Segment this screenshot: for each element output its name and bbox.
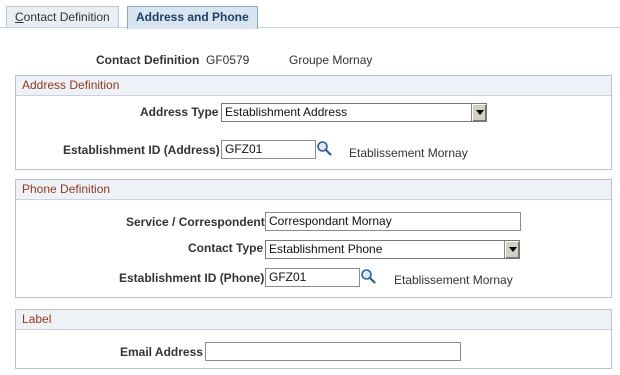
contact-type-dropdown-icon[interactable] xyxy=(504,241,519,258)
phone-definition-title: Phone Definition xyxy=(16,180,611,200)
address-type-select[interactable]: Establishment Address xyxy=(221,103,487,122)
establishment-address-lookup-icon[interactable] xyxy=(316,140,332,156)
establishment-id-address-label: Establishment ID (Address) xyxy=(63,143,220,157)
contact-type-value: Establishment Phone xyxy=(269,242,383,256)
contact-type-select[interactable]: Establishment Phone xyxy=(265,240,520,259)
tab-bar: Contact Definition Address and Phone xyxy=(0,0,620,29)
address-definition-title: Address Definition xyxy=(16,76,611,96)
tab-contact-definition[interactable]: Contact Definition xyxy=(6,6,119,28)
label-group-title: Label xyxy=(16,310,611,330)
address-type-dropdown-icon[interactable] xyxy=(471,104,486,121)
contact-type-label: Contact Type xyxy=(188,241,264,255)
tab-contact-definition-label: ontact Definition xyxy=(23,10,110,24)
service-correspondent-label: Service / Correspondent xyxy=(126,215,265,229)
establishment-id-phone-field[interactable]: GFZ01 xyxy=(265,268,360,287)
tab-bar-divider xyxy=(0,27,620,28)
tab-address-and-phone-label: Address and Phone xyxy=(136,10,249,24)
email-address-field[interactable] xyxy=(205,342,461,361)
contact-definition-value: GF0579 xyxy=(206,53,250,67)
contact-definition-label: Contact Definition xyxy=(96,53,200,67)
establishment-address-name: Etablissement Mornay xyxy=(349,146,468,160)
address-type-value: Establishment Address xyxy=(225,105,348,119)
tab-address-and-phone[interactable]: Address and Phone xyxy=(127,6,258,29)
contact-definition-name: Groupe Mornay xyxy=(289,53,373,67)
tab-contact-definition-accesskey: C xyxy=(15,10,24,24)
establishment-id-phone-label: Establishment ID (Phone) xyxy=(119,271,265,285)
service-correspondent-field[interactable]: Correspondant Mornay xyxy=(265,212,521,231)
email-address-label: Email Address xyxy=(120,345,203,359)
establishment-id-address-field[interactable]: GFZ01 xyxy=(221,140,316,159)
establishment-phone-lookup-icon[interactable] xyxy=(360,268,376,284)
address-type-label: Address Type xyxy=(140,105,219,119)
establishment-phone-name: Etablissement Mornay xyxy=(394,273,513,287)
